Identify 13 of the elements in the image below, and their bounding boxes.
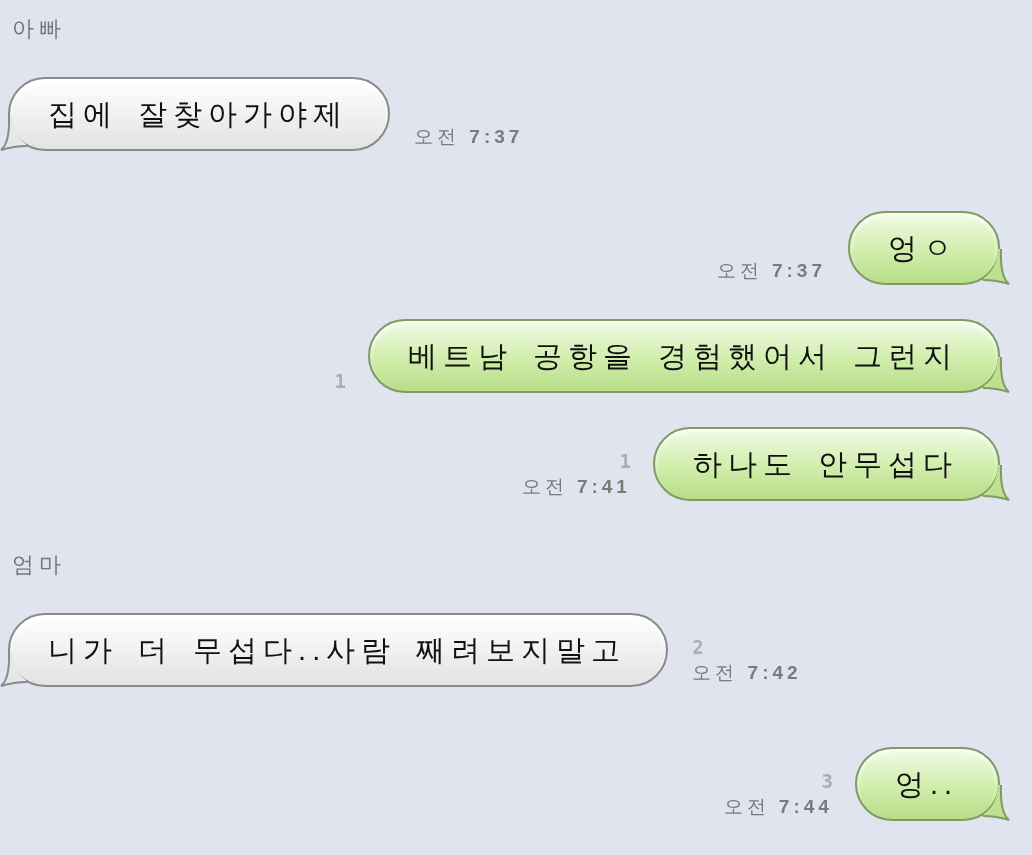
sender-name: 아빠 xyxy=(12,15,66,43)
sender-name: 엄마 xyxy=(12,551,66,579)
timestamp: 오전 7:37 xyxy=(414,125,524,149)
message-text: 엉ㅇ xyxy=(888,231,958,266)
message-text: 집에 잘찾아가야제 xyxy=(48,97,349,132)
timestamp: 오전 7:42 xyxy=(692,661,802,685)
timestamp: 오전 7:37 xyxy=(716,259,826,283)
message-text: 니가 더 무섭다..사람 째려보지말고 xyxy=(48,633,627,668)
timestamp: 오전 7:44 xyxy=(723,795,833,819)
message-text: 엉.. xyxy=(894,767,958,802)
timestamp: 오전 7:41 xyxy=(521,475,631,499)
message-text: 하나도 안무섭다 xyxy=(692,447,958,482)
message-text: 베트남 공항을 경험했어서 그런지 xyxy=(407,339,958,374)
